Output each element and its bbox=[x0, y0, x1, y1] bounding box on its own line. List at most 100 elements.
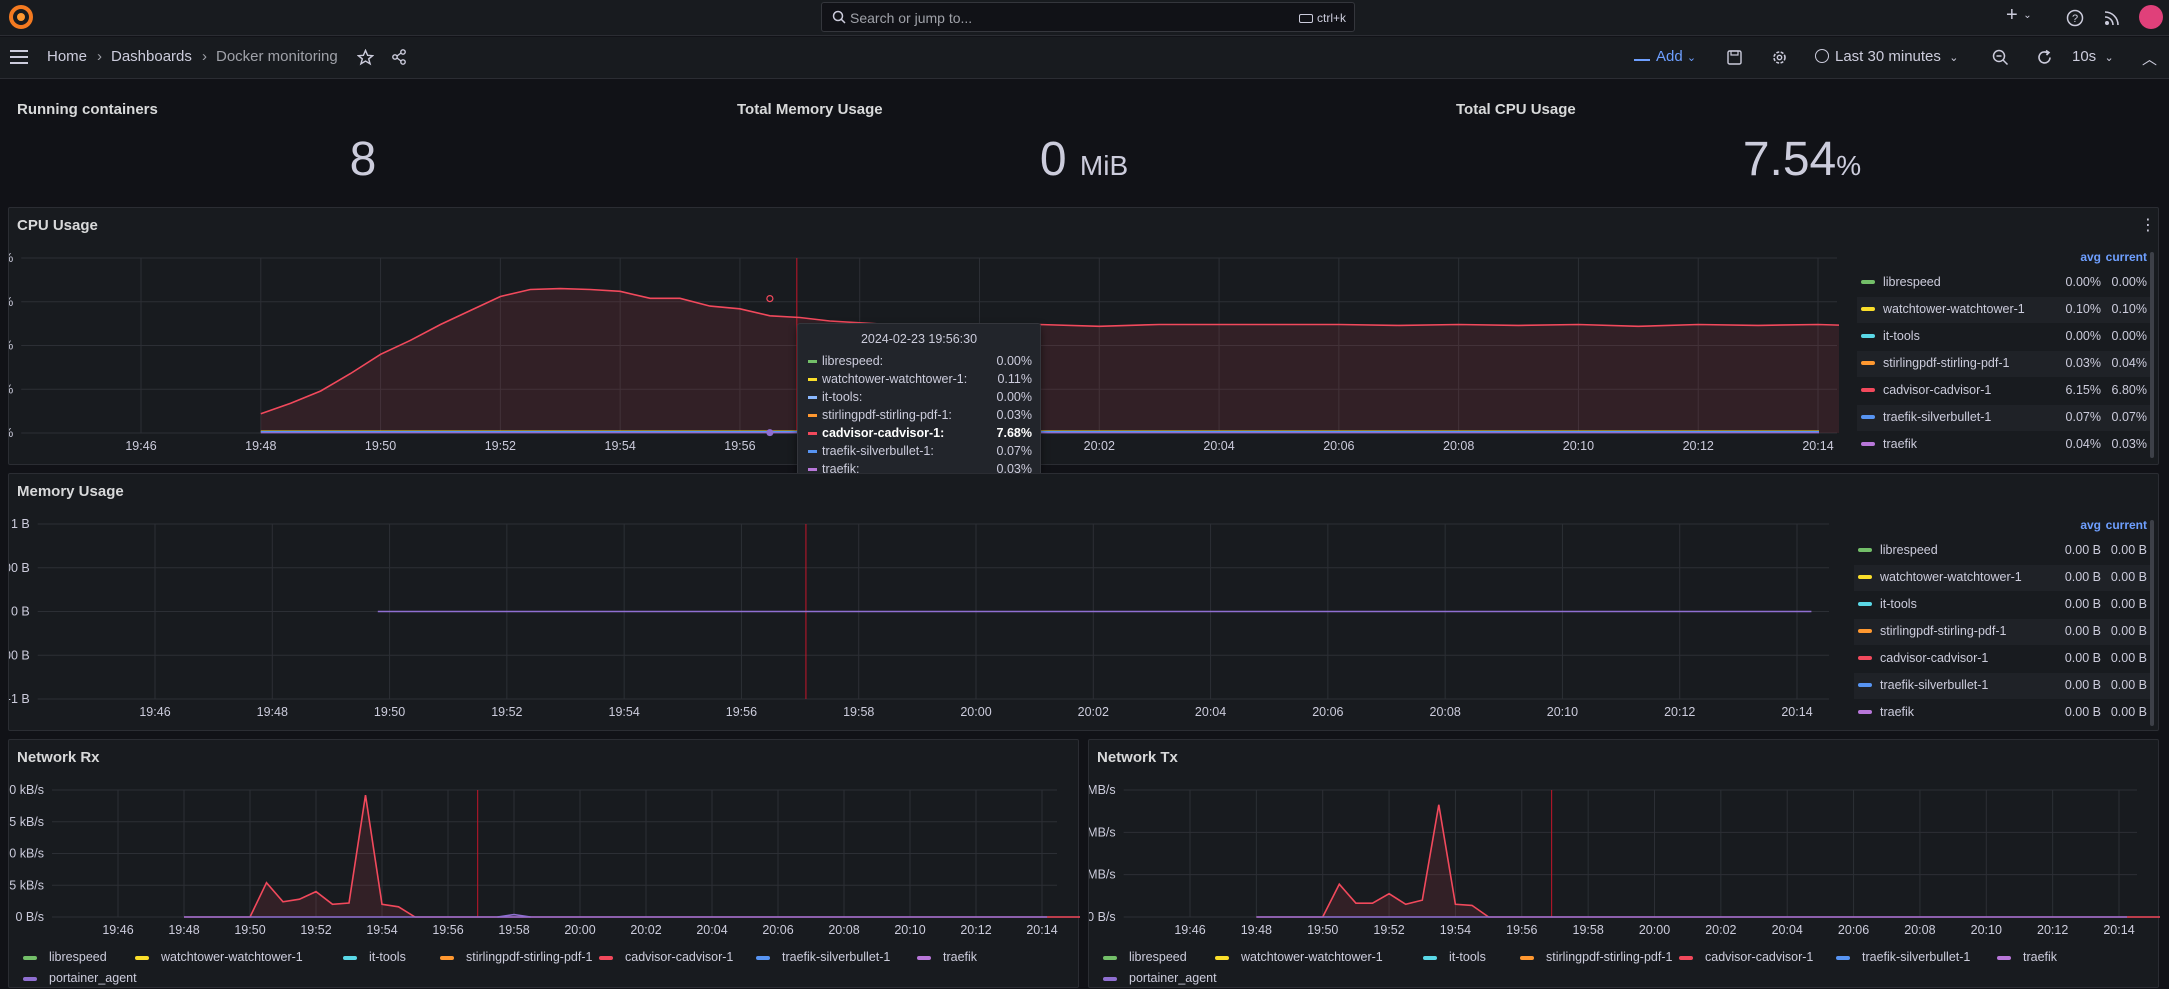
legend-item-it-tools[interactable]: it-tools bbox=[1423, 950, 1486, 964]
plus-label: + bbox=[2006, 4, 2018, 26]
legend-swatch bbox=[1103, 976, 1117, 981]
gear-icon[interactable] bbox=[1771, 49, 1788, 66]
breadcrumb-dashboards[interactable]: Dashboards bbox=[111, 48, 192, 65]
refresh-interval-picker[interactable]: 10s ⌄ bbox=[2072, 48, 2114, 65]
breadcrumb-home[interactable]: Home bbox=[47, 48, 87, 65]
hover-point bbox=[766, 294, 774, 303]
legend-item-portainer_agent[interactable]: portainer_agent bbox=[23, 971, 137, 985]
legend-item-librespeed[interactable]: librespeed bbox=[23, 950, 107, 964]
legend-item-stirlingpdf-stirling-pdf-1[interactable]: stirlingpdf-stirling-pdf-1 bbox=[1520, 950, 1672, 964]
legend-name: watchtower-watchtower-1 bbox=[1880, 570, 2022, 584]
legend-row-traefik[interactable]: traefik 0.04% 0.03% bbox=[1857, 432, 2153, 458]
legend-row-traefik-silverbullet-1[interactable]: traefik-silverbullet-1 0.07% 0.07% bbox=[1857, 405, 2153, 431]
share-icon[interactable] bbox=[391, 49, 407, 65]
legend-label: stirlingpdf-stirling-pdf-1 bbox=[1546, 950, 1673, 964]
avatar[interactable] bbox=[2139, 5, 2163, 29]
legend-row-it-tools[interactable]: it-tools 0.00 B 0.00 B bbox=[1854, 592, 2153, 618]
legend-avg: 6.15% bbox=[2065, 383, 2101, 397]
save-icon[interactable] bbox=[1727, 50, 1742, 65]
y-tick-label: 7.50% bbox=[9, 295, 13, 309]
tooltip-series-name: librespeed: bbox=[822, 354, 884, 368]
legend-swatch bbox=[440, 955, 454, 960]
legend-header-avg[interactable]: avg bbox=[2080, 250, 2101, 264]
zoom-out-icon[interactable] bbox=[1992, 49, 2009, 66]
legend-swatch bbox=[1858, 575, 1872, 579]
help-icon[interactable]: ? bbox=[2066, 9, 2084, 27]
legend-item-portainer_agent[interactable]: portainer_agent bbox=[1103, 971, 1217, 985]
legend-swatch bbox=[1423, 955, 1437, 960]
memory-usage-panel[interactable]: Memory Usage -1 B-0.500 B0 B0.500 B1 B19… bbox=[8, 473, 2159, 731]
cpu-usage-panel[interactable]: CPU Usage ⋮ 0%2.50%5%7.50%10%19:4619:481… bbox=[8, 207, 2159, 465]
grafana-logo-icon[interactable] bbox=[8, 4, 34, 30]
legend-item-cadvisor-cadvisor-1[interactable]: cadvisor-cadvisor-1 bbox=[1679, 950, 1813, 964]
x-tick-label: 20:06 bbox=[1323, 439, 1354, 453]
legend-item-stirlingpdf-stirling-pdf-1[interactable]: stirlingpdf-stirling-pdf-1 bbox=[440, 950, 592, 964]
x-tick-label: 19:54 bbox=[605, 439, 636, 453]
legend-item-it-tools[interactable]: it-tools bbox=[343, 950, 406, 964]
stat-value-memory: 0 MiB bbox=[934, 132, 1234, 187]
plus-icon[interactable]: + ⌄ bbox=[2006, 4, 2032, 27]
legend-row-librespeed[interactable]: librespeed 0.00% 0.00% bbox=[1857, 270, 2153, 296]
legend-header-current[interactable]: current bbox=[2106, 250, 2147, 264]
legend-row-watchtower-watchtower-1[interactable]: watchtower-watchtower-1 0.10% 0.10% bbox=[1857, 297, 2153, 323]
network-tx-chart[interactable]: 0 B/s 2 MB/s 4 MB/s 6 MB/s 19:46 19:48 19:50 19… bbox=[1089, 740, 2160, 950]
legend-label: librespeed bbox=[1129, 950, 1187, 964]
legend-header-avg[interactable]: avg bbox=[2080, 518, 2101, 532]
search-placeholder: Search or jump to... bbox=[850, 10, 973, 26]
memory-chart[interactable]: -1 B -0.500 B 0 B 0.500 B 1 B 19:46 19:48 19:50… bbox=[9, 474, 1839, 732]
x-tick-label: 20:12 bbox=[960, 923, 991, 937]
search-input[interactable]: Search or jump to... ctrl+k bbox=[821, 2, 1355, 32]
legend-row-stirlingpdf-stirling-pdf-1[interactable]: stirlingpdf-stirling-pdf-1 0.03% 0.04% bbox=[1857, 351, 2153, 377]
legend-header-current[interactable]: current bbox=[2106, 518, 2147, 532]
legend-item-watchtower-watchtower-1[interactable]: watchtower-watchtower-1 bbox=[1215, 950, 1383, 964]
legend-row-librespeed[interactable]: librespeed 0.00 B 0.00 B bbox=[1854, 538, 2153, 564]
panel-menu-icon[interactable]: ⋮ bbox=[2140, 215, 2156, 235]
star-icon[interactable] bbox=[357, 49, 374, 66]
legend-item-traefik-silverbullet-1[interactable]: traefik-silverbullet-1 bbox=[756, 950, 890, 964]
y-tick-label: 0.500 B bbox=[9, 561, 30, 575]
stats-row: Running containers 8 Total Memory Usage … bbox=[0, 80, 2169, 206]
legend-scrollbar[interactable] bbox=[2150, 520, 2154, 726]
time-range-picker[interactable]: Last 30 minutes ⌄ bbox=[1815, 48, 1958, 65]
network-rx-panel[interactable]: Network Rx 0 B/s25 kB/s50 kB/s75 kB/s100… bbox=[8, 739, 1080, 988]
legend-row-stirlingpdf-stirling-pdf-1[interactable]: stirlingpdf-stirling-pdf-1 0.00 B 0.00 B bbox=[1854, 619, 2153, 645]
stat-number: 7.54 bbox=[1742, 133, 1837, 186]
legend-swatch bbox=[1861, 415, 1875, 419]
news-icon[interactable] bbox=[2104, 10, 2120, 26]
legend-name: it-tools bbox=[1883, 329, 1920, 343]
tooltip-row: cadvisor-cadvisor-1: 7.68% bbox=[808, 425, 1032, 443]
legend-row-cadvisor-cadvisor-1[interactable]: cadvisor-cadvisor-1 0.00 B 0.00 B bbox=[1854, 646, 2153, 672]
legend-row-traefik-silverbullet-1[interactable]: traefik-silverbullet-1 0.00 B 0.00 B bbox=[1854, 673, 2153, 699]
legend-item-librespeed[interactable]: librespeed bbox=[1103, 950, 1187, 964]
legend-name: it-tools bbox=[1880, 597, 1917, 611]
legend-avg: 0.00 B bbox=[2064, 543, 2101, 557]
legend-scrollbar[interactable] bbox=[2150, 252, 2154, 458]
legend-name: librespeed bbox=[1880, 543, 1938, 557]
legend-row-it-tools[interactable]: it-tools 0.00% 0.00% bbox=[1857, 324, 2153, 350]
menu-icon[interactable] bbox=[10, 50, 28, 64]
legend-avg: 0.07% bbox=[2065, 410, 2101, 424]
legend-row-traefik[interactable]: traefik 0.00 B 0.00 B bbox=[1854, 700, 2153, 726]
legend-row-watchtower-watchtower-1[interactable]: watchtower-watchtower-1 0.00 B 0.00 B bbox=[1854, 565, 2153, 591]
legend-item-traefik[interactable]: traefik bbox=[1997, 950, 2057, 964]
x-tick-label: 19:48 bbox=[245, 439, 276, 453]
stat-title-cpu: Total CPU Usage bbox=[1456, 101, 1576, 118]
network-rx-chart[interactable]: 0 B/s 25 kB/s 50 kB/s 75 kB/s 100 kB/s 19:46 1… bbox=[9, 740, 1080, 950]
x-tick-label: 19:58 bbox=[498, 923, 529, 937]
network-tx-panel[interactable]: Network Tx 0 B/s2 MB/s4 MB/s6 MB/s19:461… bbox=[1088, 739, 2160, 988]
legend-row-cadvisor-cadvisor-1[interactable]: cadvisor-cadvisor-1 6.15% 6.80% bbox=[1857, 378, 2153, 404]
x-tick-label: 20:00 bbox=[960, 705, 991, 719]
y-tick-label: 5% bbox=[9, 339, 13, 353]
legend-current: 0.00 B bbox=[2110, 651, 2147, 665]
x-tick-label: 19:50 bbox=[1307, 923, 1338, 937]
chevron-up-icon[interactable]: ︿ bbox=[2142, 48, 2157, 69]
legend-item-watchtower-watchtower-1[interactable]: watchtower-watchtower-1 bbox=[135, 950, 303, 964]
x-tick-label: 20:12 bbox=[1664, 705, 1695, 719]
x-tick-label: 20:10 bbox=[1547, 705, 1578, 719]
legend-item-traefik[interactable]: traefik bbox=[917, 950, 977, 964]
legend-name: cadvisor-cadvisor-1 bbox=[1880, 651, 1989, 665]
legend-item-cadvisor-cadvisor-1[interactable]: cadvisor-cadvisor-1 bbox=[599, 950, 733, 964]
refresh-icon[interactable] bbox=[2036, 49, 2053, 66]
legend-item-traefik-silverbullet-1[interactable]: traefik-silverbullet-1 bbox=[1836, 950, 1970, 964]
add-button[interactable]: Add ⌄ bbox=[1634, 48, 1696, 65]
